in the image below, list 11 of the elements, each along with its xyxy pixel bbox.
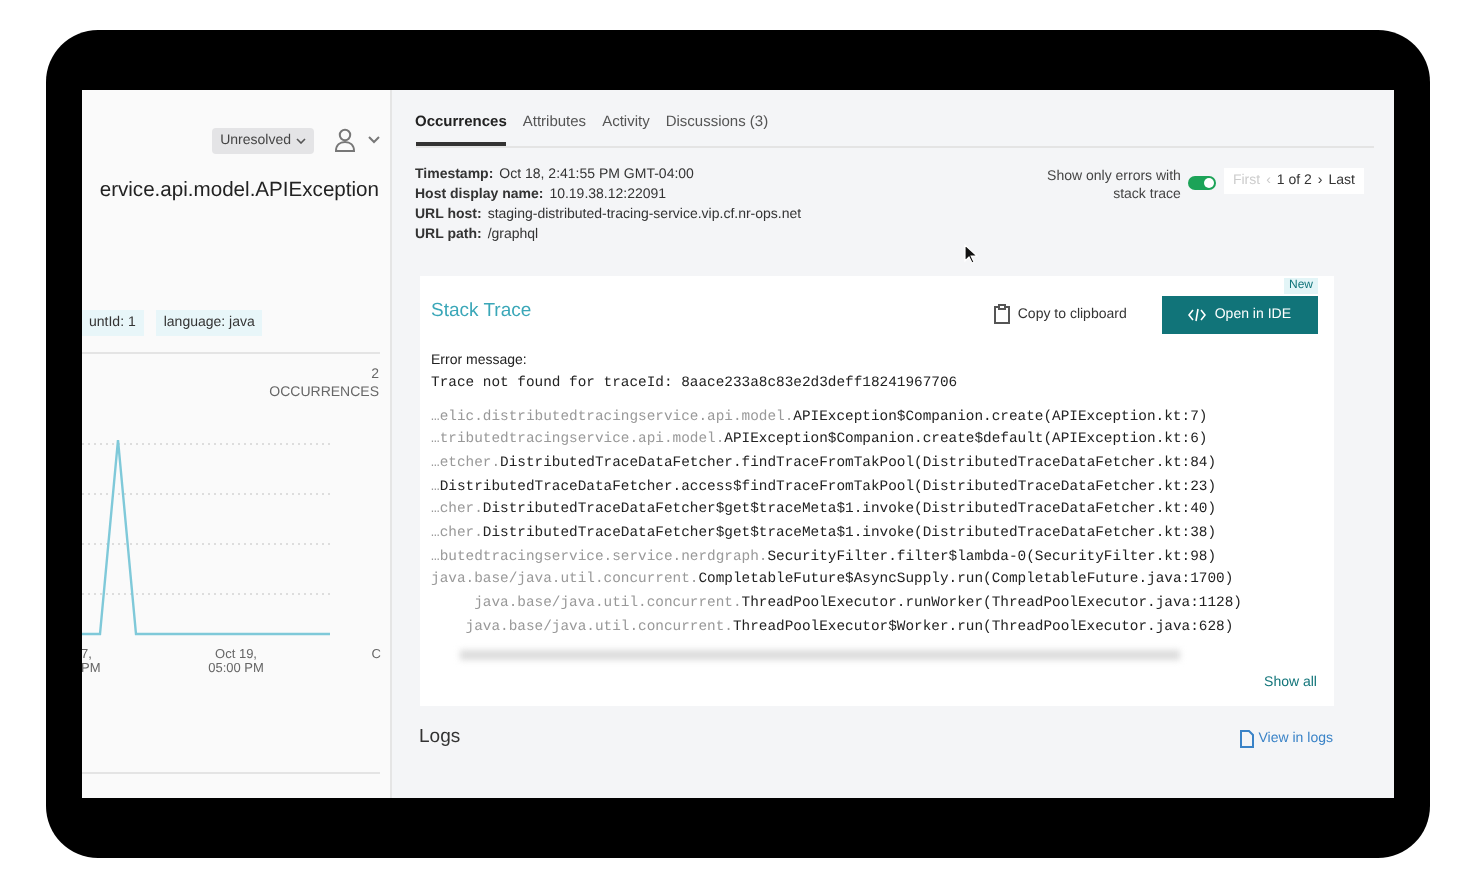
cursor-icon — [963, 243, 977, 263]
clipboard-icon — [993, 304, 1010, 324]
user-icon[interactable] — [333, 128, 355, 152]
error-title: ervice.api.model.APIException — [99, 177, 379, 205]
section-title: Stack Trace — [431, 299, 534, 321]
caret-icon[interactable] — [367, 136, 379, 144]
caret-icon — [295, 137, 305, 143]
code-icon — [1188, 307, 1207, 321]
toggle-switch[interactable] — [1188, 175, 1217, 189]
document-icon — [1240, 729, 1255, 748]
section-title: Logs — [419, 725, 461, 748]
